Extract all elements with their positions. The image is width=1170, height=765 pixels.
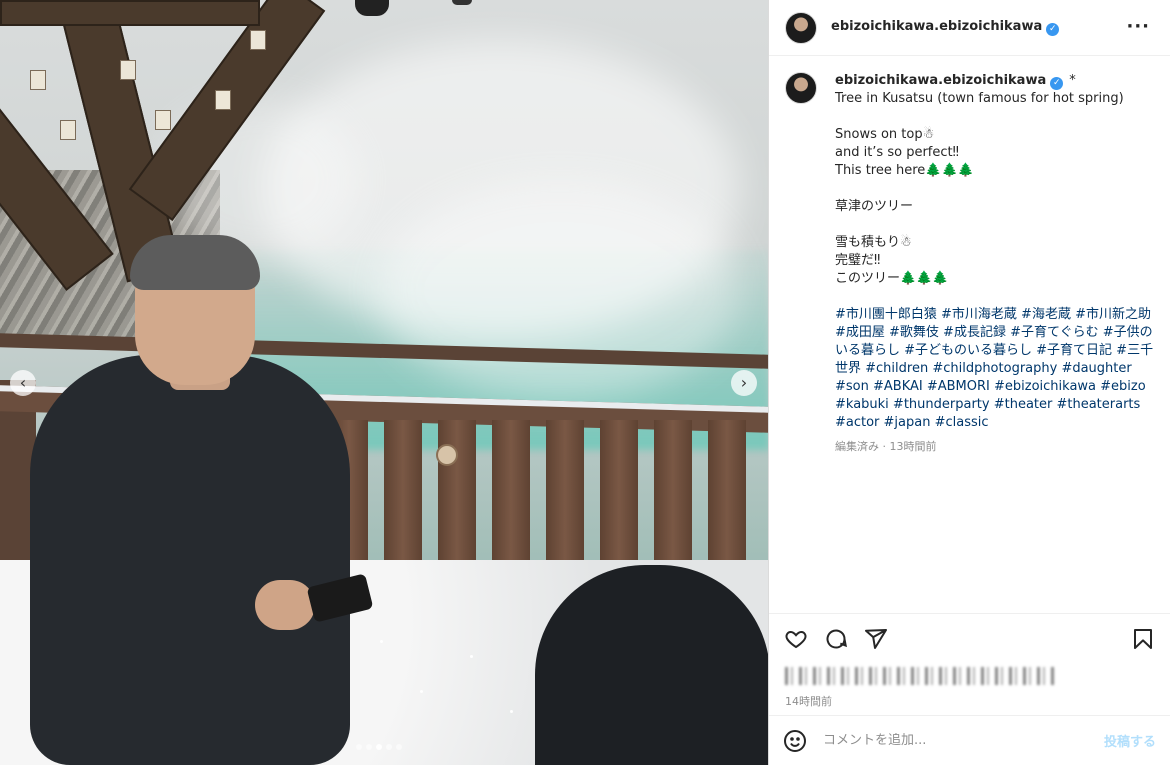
carousel-dot	[366, 744, 372, 750]
carousel-dot	[356, 744, 362, 750]
caption-marker: *	[1069, 73, 1076, 88]
hair	[130, 235, 260, 290]
caption-meta: 編集済み · 13時間前	[835, 440, 937, 453]
sticker	[60, 120, 76, 140]
lamp-icon	[452, 0, 472, 5]
caption-area: ebizoichikawa.ebizoichikawa ✓ * Tree in Ku…	[769, 56, 1170, 613]
post-comment-button[interactable]: 投稿する	[1104, 731, 1156, 750]
post-header: ebizoichikawa.ebizoichikawa ✓ ···	[769, 0, 1170, 56]
carousel-prev-button[interactable]: ‹	[10, 370, 36, 396]
post-time: 14時間前	[785, 695, 832, 708]
snowflake	[420, 690, 423, 693]
emoji-icon[interactable]	[783, 729, 807, 753]
caption-line	[835, 108, 1154, 126]
wooden-beam	[0, 0, 260, 26]
post-photo[interactable]: ‹ ›	[0, 0, 768, 765]
caption-line	[835, 216, 1154, 234]
blurred-likes	[785, 667, 1055, 685]
snowflake	[380, 640, 383, 643]
caption-line: and it’s so perfect‼	[835, 145, 959, 160]
likes-area: 14時間前	[769, 663, 1170, 708]
man-in-black-coat	[30, 235, 374, 765]
avatar[interactable]	[785, 72, 817, 104]
hashtags[interactable]: #市川團十郎白猿 #市川海老蔵 #海老蔵 #市川新之助 #成田屋 #歌舞伎 #成…	[835, 306, 1154, 432]
caption-line: 草津のツリー	[835, 199, 914, 214]
share-icon[interactable]	[863, 626, 889, 652]
sticker	[155, 110, 171, 130]
snowflake	[510, 710, 513, 713]
username-text[interactable]: ebizoichikawa.ebizoichikawa	[831, 19, 1042, 34]
caption-line	[835, 288, 1154, 306]
round-sticker	[436, 444, 458, 466]
caption-line: Tree in Kusatsu (town famous for hot spr…	[835, 91, 1124, 106]
verified-badge-icon: ✓	[1046, 23, 1060, 36]
snowflake	[470, 655, 473, 658]
caption-text: Tree in Kusatsu (town famous for hot spr…	[835, 90, 1154, 306]
sticker	[120, 60, 136, 80]
sticker	[215, 90, 231, 110]
coat	[30, 355, 350, 765]
caption-line: This tree here🌲🌲🌲	[835, 163, 974, 178]
caption-line	[835, 180, 1154, 198]
post-side-panel: ebizoichikawa.ebizoichikawa ✓ ··· ebizoic…	[768, 0, 1170, 765]
verified-badge-icon: ✓	[1050, 77, 1064, 90]
bookmark-icon[interactable]	[1130, 626, 1156, 652]
child-hood	[535, 565, 768, 765]
sticker	[30, 70, 46, 90]
carousel-indicator	[356, 744, 402, 750]
action-bar	[769, 613, 1170, 663]
carousel-dot	[386, 744, 392, 750]
caption-line: 完璧だ‼	[835, 253, 881, 268]
header-username[interactable]: ebizoichikawa.ebizoichikawa ✓	[831, 19, 1060, 36]
caption-username[interactable]: ebizoichikawa.ebizoichikawa	[835, 73, 1046, 88]
carousel-dot	[396, 744, 402, 750]
carousel-dot	[376, 744, 382, 750]
add-comment-bar: 投稿する	[769, 715, 1170, 765]
heart-icon[interactable]	[783, 626, 809, 652]
caption-line: 雪も積もり☃	[835, 235, 912, 250]
lamp-icon	[355, 0, 389, 16]
avatar[interactable]	[785, 11, 817, 44]
caption: ebizoichikawa.ebizoichikawa ✓ * Tree in Ku…	[835, 72, 1154, 613]
comment-icon[interactable]	[823, 626, 849, 652]
carousel-next-button[interactable]: ›	[731, 370, 757, 396]
caption-line: このツリー🌲🌲🌲	[835, 271, 949, 286]
comment-input[interactable]	[823, 733, 1104, 748]
sticker	[250, 30, 266, 50]
caption-line: Snows on top☃	[835, 127, 935, 142]
steam-cloud	[380, 180, 740, 400]
hand	[255, 580, 315, 630]
more-options-icon[interactable]: ···	[1126, 16, 1150, 37]
